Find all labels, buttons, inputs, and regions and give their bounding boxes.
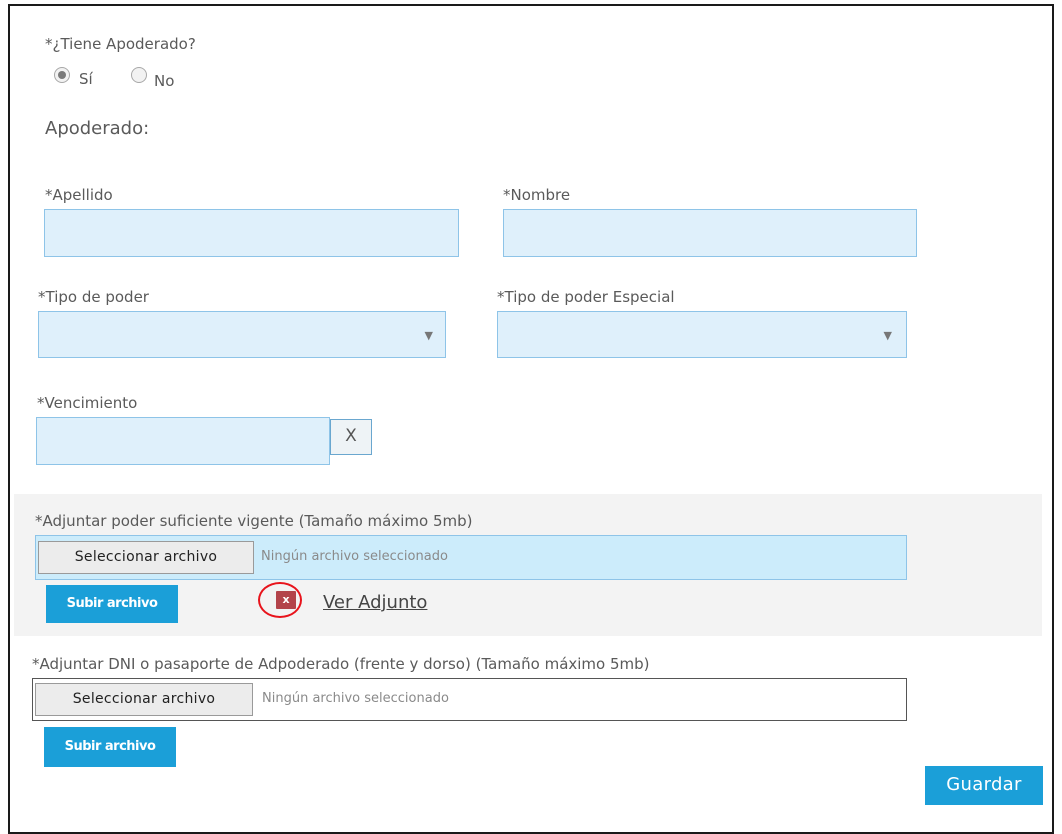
radio-no[interactable] xyxy=(131,67,147,83)
chevron-down-icon: ▼ xyxy=(424,329,433,342)
upload-poder-button[interactable]: Subir archivo xyxy=(46,585,178,623)
attachment-poder-file-input: Seleccionar archivo Ningún archivo selec… xyxy=(35,535,907,580)
attachment-dni-file-input: Seleccionar archivo Ningún archivo selec… xyxy=(32,678,907,721)
select-file-button[interactable]: Seleccionar archivo xyxy=(38,541,254,574)
apoderado-question-label: *¿Tiene Apoderado? xyxy=(45,35,196,53)
attachment-poder-label: *Adjuntar poder suficiente vigente (Tama… xyxy=(35,512,473,530)
upload-dni-button[interactable]: Subir archivo xyxy=(44,727,176,767)
file-status: Ningún archivo seleccionado xyxy=(261,549,448,564)
tipo-poder-especial-label: *Tipo de poder Especial xyxy=(497,288,675,306)
vencimiento-input[interactable] xyxy=(36,417,330,465)
vencimiento-label: *Vencimiento xyxy=(37,394,138,412)
select-file-button[interactable]: Seleccionar archivo xyxy=(35,683,253,716)
radio-no-label: No xyxy=(154,72,175,90)
radio-si-label: Sí xyxy=(79,70,93,88)
tipo-poder-select[interactable]: ▼ xyxy=(38,311,446,358)
apellido-label: *Apellido xyxy=(45,186,113,204)
section-title: Apoderado: xyxy=(45,118,150,139)
file-status: Ningún archivo seleccionado xyxy=(262,691,449,706)
save-button[interactable]: Guardar xyxy=(925,766,1043,805)
nombre-label: *Nombre xyxy=(503,186,571,204)
clear-date-button[interactable]: X xyxy=(330,419,372,455)
apellido-input[interactable] xyxy=(44,209,459,257)
attachment-dni-label: *Adjuntar DNI o pasaporte de Adpoderado … xyxy=(32,655,650,673)
nombre-input[interactable] xyxy=(503,209,917,257)
tipo-poder-label: *Tipo de poder xyxy=(38,288,149,306)
chevron-down-icon: ▼ xyxy=(883,329,892,342)
view-attachment-link[interactable]: Ver Adjunto xyxy=(323,592,427,613)
delete-attachment-icon[interactable]: x xyxy=(276,591,296,609)
radio-si[interactable] xyxy=(54,67,70,83)
tipo-poder-especial-select[interactable]: ▼ xyxy=(497,311,907,358)
